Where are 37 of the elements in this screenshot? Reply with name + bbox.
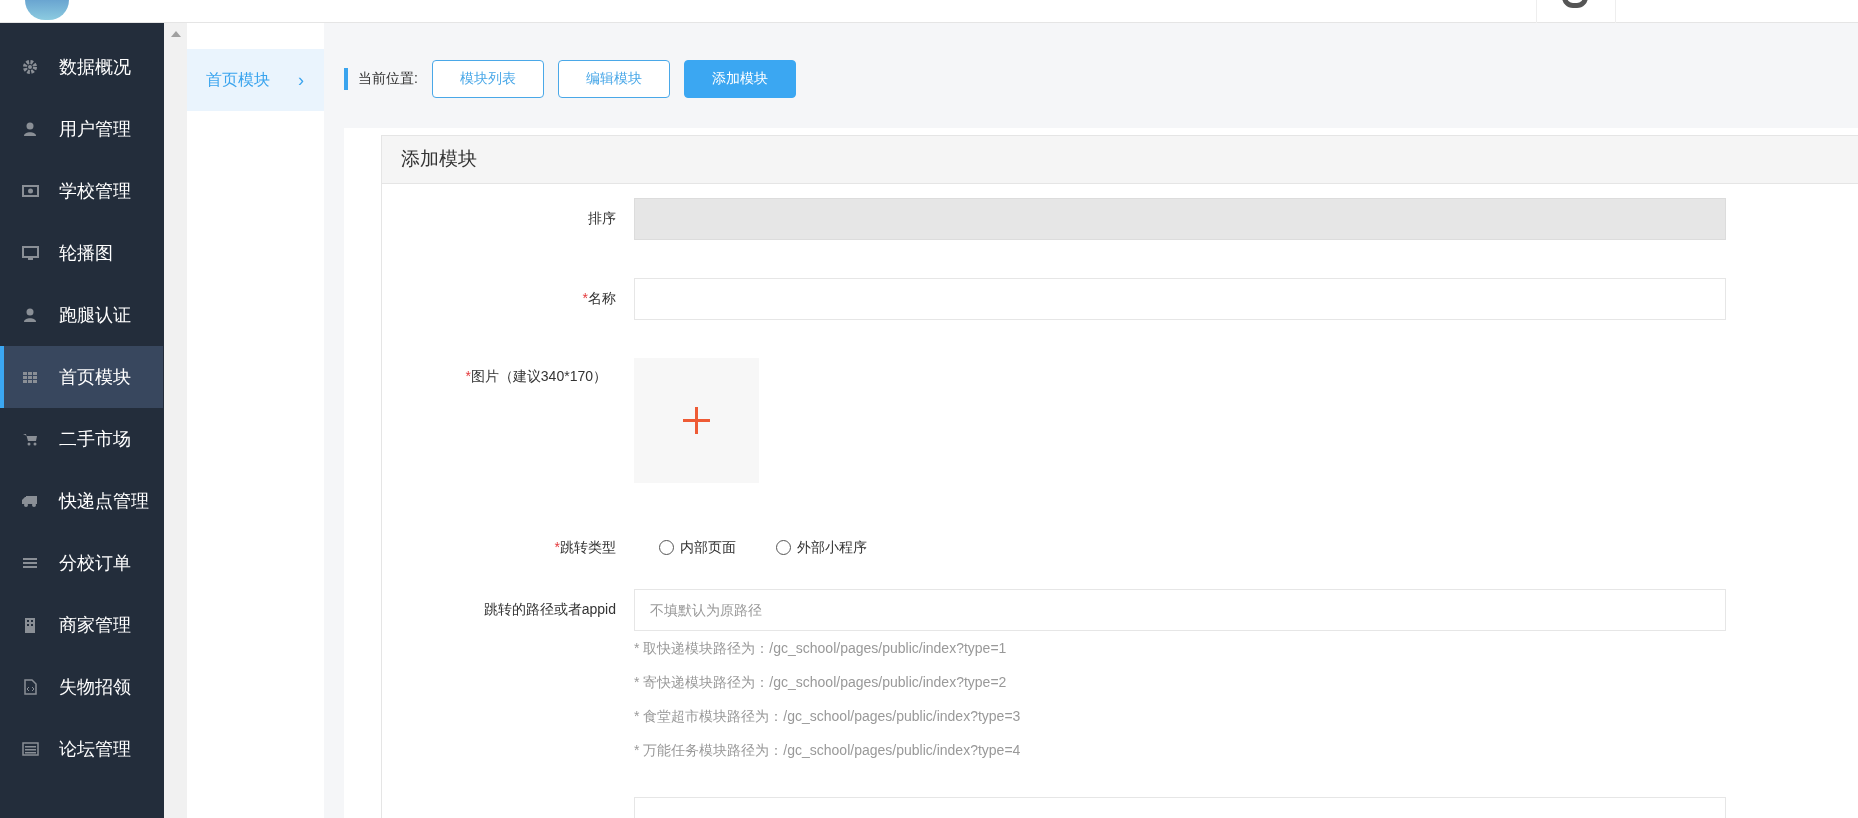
radio-option[interactable]: 外部小程序 xyxy=(776,537,867,558)
field-label: 跳转的路径或者appid xyxy=(483,600,616,619)
input-field[interactable] xyxy=(634,278,1726,320)
sidebar-item[interactable]: 二手市场 xyxy=(0,408,164,470)
field-label: *跳转类型 xyxy=(554,538,616,557)
field-label: 排序 xyxy=(588,209,616,228)
hint-text: * 万能任务模块路径为：/gc_school/pages/public/index?type=4 xyxy=(634,740,1022,760)
input-field[interactable]: 不填默认为原路径 xyxy=(634,589,1726,631)
hint-text: * 取快递模块路径为：/gc_school/pages/public/index?type=1 xyxy=(634,638,1008,658)
breadcrumb-label: 当前位置: xyxy=(358,69,418,88)
sidebar-item[interactable]: 分校订单 xyxy=(0,532,164,594)
code-file-icon xyxy=(22,678,39,696)
field-label: *名称 xyxy=(582,289,616,308)
image-upload[interactable] xyxy=(634,358,759,483)
sidebar-item[interactable]: 失物招领 xyxy=(0,656,164,718)
sidebar-item[interactable]: 跑腿认证 xyxy=(0,284,164,346)
sidebar-item[interactable]: 商家管理 xyxy=(0,594,164,656)
scroll-up-icon[interactable] xyxy=(170,31,181,37)
user-icon xyxy=(22,306,39,324)
banknote-icon xyxy=(22,182,39,200)
settings-icon xyxy=(22,58,39,76)
sidebar-item[interactable]: 数据概况 xyxy=(0,36,164,98)
form-title: 添加模块 xyxy=(401,147,477,172)
radio-option[interactable]: 内部页面 xyxy=(659,537,736,558)
user-icon xyxy=(22,120,39,138)
sidebar-item[interactable]: 轮播图 xyxy=(0,222,164,284)
sidebar-item[interactable]: 快递点管理 xyxy=(0,470,164,532)
sidebar-item[interactable]: 论坛管理 xyxy=(0,718,164,780)
field-label: *图片（建议340*170） xyxy=(465,367,607,386)
list-box-icon xyxy=(22,740,39,758)
monitor-icon xyxy=(22,244,39,262)
sidebar-item[interactable]: 首页模块 xyxy=(0,346,163,408)
hint-text: * 寄快递模块路径为：/gc_school/pages/public/index?type=2 xyxy=(634,672,1008,692)
sidebar-item[interactable]: 学校管理 xyxy=(0,160,164,222)
plus-icon xyxy=(683,407,710,434)
sidebar-item[interactable]: 用户管理 xyxy=(0,98,164,160)
hint-text: * 食堂超市模块路径为：/gc_school/pages/public/index?type=3 xyxy=(634,706,1022,726)
